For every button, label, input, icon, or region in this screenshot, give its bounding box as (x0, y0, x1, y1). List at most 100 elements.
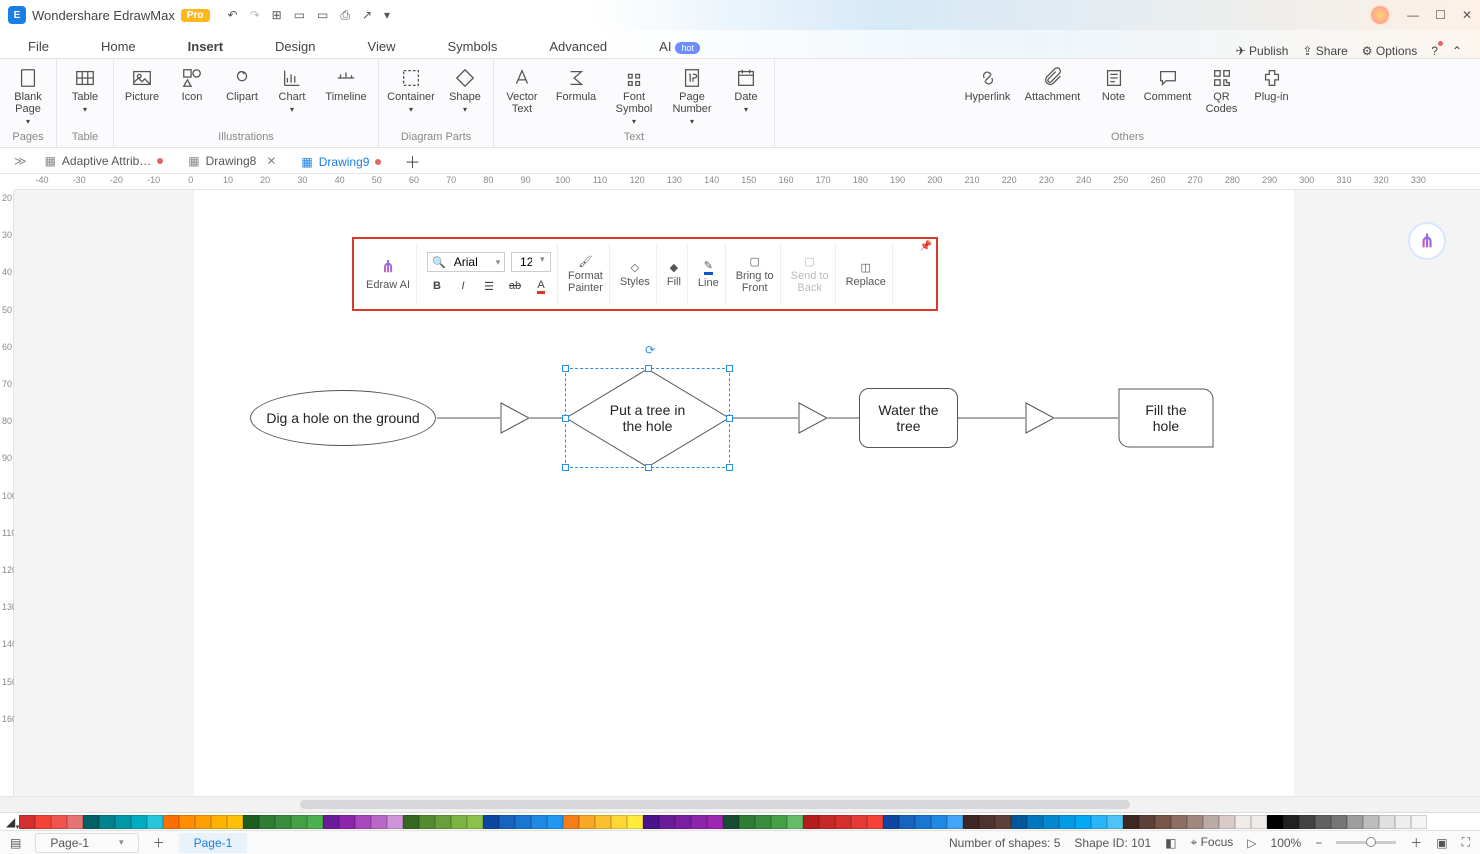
rotate-handle[interactable]: ⟳ (645, 343, 655, 357)
layers-button[interactable]: ◧ (1165, 836, 1176, 850)
color-swatch[interactable] (131, 815, 147, 829)
table-button[interactable]: Table▾ (65, 63, 105, 114)
print-button[interactable]: ⎙ (340, 8, 350, 23)
resize-handle[interactable] (562, 464, 569, 471)
page-tab-active[interactable]: Page-1 (179, 833, 248, 853)
color-swatch[interactable] (611, 815, 627, 829)
options-button[interactable]: ⚙ Options (1362, 44, 1417, 58)
tab-design[interactable]: Design (265, 35, 325, 58)
doc-tab-1[interactable]: ▦Adaptive Attrib… (33, 148, 177, 174)
color-swatch[interactable] (1203, 815, 1219, 829)
close-tab-button[interactable]: ✕ (266, 154, 276, 168)
color-swatch[interactable] (339, 815, 355, 829)
color-swatch[interactable] (1299, 815, 1315, 829)
color-swatch[interactable] (691, 815, 707, 829)
redo-button[interactable]: ↷ (250, 8, 260, 23)
collapse-ribbon-button[interactable]: ⌃ (1452, 44, 1462, 58)
tab-file[interactable]: File (18, 35, 59, 58)
color-swatch[interactable] (1139, 815, 1155, 829)
picture-button[interactable]: Picture (122, 63, 162, 114)
color-swatch[interactable] (547, 815, 563, 829)
color-swatch[interactable] (1379, 815, 1395, 829)
new-button[interactable]: ⊞ (272, 8, 282, 23)
add-tab-button[interactable]: ＋ (394, 149, 430, 173)
share-button[interactable]: ⇪ Share (1302, 44, 1347, 58)
tab-insert[interactable]: Insert (178, 35, 233, 58)
color-swatch[interactable] (307, 815, 323, 829)
color-swatch[interactable] (579, 815, 595, 829)
color-swatch[interactable] (371, 815, 387, 829)
font-family-input[interactable] (450, 254, 492, 270)
resize-handle[interactable] (726, 365, 733, 372)
color-swatch[interactable] (739, 815, 755, 829)
color-swatch[interactable] (1411, 815, 1427, 829)
color-swatch[interactable] (99, 815, 115, 829)
color-swatch[interactable] (115, 815, 131, 829)
icon-button[interactable]: Icon (172, 63, 212, 114)
color-swatch[interactable] (1267, 815, 1283, 829)
doc-tab-2[interactable]: ▦Drawing8✕ (176, 148, 289, 174)
container-button[interactable]: Container▾ (387, 63, 435, 114)
color-swatch[interactable] (51, 815, 67, 829)
color-swatch[interactable] (83, 815, 99, 829)
color-swatch[interactable] (1219, 815, 1235, 829)
tab-symbols[interactable]: Symbols (437, 35, 507, 58)
color-swatch[interactable] (819, 815, 835, 829)
color-swatch[interactable] (1283, 815, 1299, 829)
tab-view[interactable]: View (358, 35, 406, 58)
blank-page-button[interactable]: Blank Page▾ (8, 63, 48, 126)
resize-handle[interactable] (562, 415, 569, 422)
font-color-button[interactable]: A (531, 276, 551, 296)
color-swatch[interactable] (1091, 815, 1107, 829)
color-swatch[interactable] (179, 815, 195, 829)
color-swatch[interactable] (979, 815, 995, 829)
save-button[interactable]: ▭ (317, 8, 328, 23)
canvas[interactable]: Dig a hole on the ground Put a tree in t… (14, 190, 1480, 796)
color-swatch[interactable] (451, 815, 467, 829)
color-swatch[interactable] (995, 815, 1011, 829)
color-swatch[interactable] (899, 815, 915, 829)
shape-connector-triangle[interactable] (798, 402, 828, 434)
italic-button[interactable]: I (453, 276, 473, 296)
color-swatch[interactable] (867, 815, 883, 829)
color-swatch[interactable] (531, 815, 547, 829)
color-swatch[interactable] (1395, 815, 1411, 829)
color-swatch[interactable] (387, 815, 403, 829)
minimize-button[interactable]: — (1407, 8, 1419, 22)
color-swatch[interactable] (195, 815, 211, 829)
color-swatch[interactable] (1235, 815, 1251, 829)
color-swatch[interactable] (147, 815, 163, 829)
close-button[interactable]: ✕ (1462, 8, 1472, 22)
replace-button[interactable]: ◫Replace (840, 243, 893, 305)
maximize-button[interactable]: ☐ (1435, 8, 1446, 22)
doc-tab-3[interactable]: ▦Drawing9 (289, 148, 394, 174)
color-swatch[interactable] (963, 815, 979, 829)
color-swatch[interactable] (1059, 815, 1075, 829)
color-swatch[interactable] (755, 815, 771, 829)
fit-page-button[interactable]: ▣ (1436, 836, 1447, 850)
color-swatch[interactable] (67, 815, 83, 829)
color-swatch[interactable] (1315, 815, 1331, 829)
color-swatch[interactable] (595, 815, 611, 829)
open-button[interactable]: ▭ (294, 8, 305, 23)
resize-handle[interactable] (645, 464, 652, 471)
shape-button[interactable]: Shape▾ (445, 63, 485, 114)
expand-shapes-panel-button[interactable]: ≫ (8, 154, 33, 168)
color-swatch[interactable] (915, 815, 931, 829)
color-swatch[interactable] (355, 815, 371, 829)
font-symbol-button[interactable]: Font Symbol▾ (610, 63, 658, 126)
page-number-button[interactable]: Page Number▾ (668, 63, 716, 126)
horizontal-scrollbar[interactable] (0, 796, 1480, 812)
page-selector[interactable]: Page-1▾ (35, 833, 138, 853)
edraw-ai-button[interactable]: ⋔ Edraw AI (360, 243, 417, 305)
color-swatch[interactable] (403, 815, 419, 829)
font-size-input[interactable] (516, 254, 536, 270)
color-swatch[interactable] (1187, 815, 1203, 829)
color-swatch[interactable] (275, 815, 291, 829)
shape-process[interactable]: Water the tree (859, 388, 958, 448)
zoom-out-button[interactable]: − (1315, 836, 1322, 850)
color-swatch[interactable] (835, 815, 851, 829)
tab-ai[interactable]: AIhot (649, 35, 710, 58)
color-swatch[interactable] (1331, 815, 1347, 829)
color-swatch[interactable] (723, 815, 739, 829)
